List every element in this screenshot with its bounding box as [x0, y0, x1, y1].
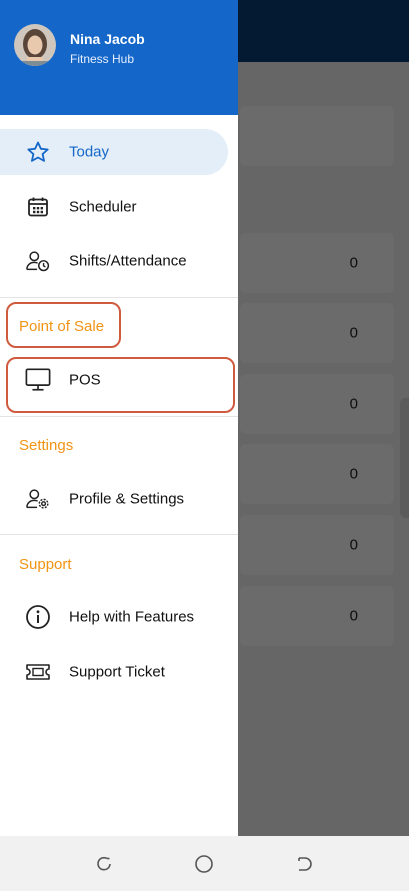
- divider: [0, 534, 238, 535]
- menu-item-scheduler[interactable]: Scheduler: [0, 184, 228, 230]
- user-organization: Fitness Hub: [70, 52, 135, 66]
- navigation-drawer: Nina Jacob Fitness Hub Today Scheduler S…: [0, 0, 238, 836]
- menu-item-help-with-features[interactable]: Help with Features: [0, 594, 228, 640]
- menu-item-today[interactable]: Today: [0, 129, 228, 175]
- menu-item-label: Support Ticket: [69, 663, 165, 681]
- user-clock-icon: [25, 248, 51, 274]
- recent-apps-button[interactable]: [94, 854, 114, 874]
- divider: [0, 297, 238, 298]
- ticket-icon: [25, 659, 51, 685]
- menu-item-shifts-attendance[interactable]: Shifts/Attendance: [0, 238, 228, 284]
- menu-item-support-ticket[interactable]: Support Ticket: [0, 649, 228, 695]
- system-nav-bar: [0, 836, 409, 891]
- calendar-icon: [25, 194, 51, 220]
- divider: [0, 416, 238, 417]
- user-name: Nina Jacob: [70, 31, 145, 47]
- menu-item-label: Profile & Settings: [69, 490, 185, 508]
- section-header-support: Support: [19, 556, 72, 573]
- section-header-settings: Settings: [19, 437, 74, 454]
- drawer-header: Nina Jacob Fitness Hub: [0, 0, 238, 115]
- user-gear-icon: [25, 486, 51, 512]
- avatar[interactable]: [14, 24, 56, 66]
- menu-item-label: Scheduler: [69, 198, 137, 216]
- annotation-highlight: [6, 357, 235, 413]
- home-button[interactable]: [194, 854, 214, 874]
- back-button[interactable]: [294, 854, 314, 874]
- info-icon: [25, 604, 51, 630]
- annotation-highlight: [6, 302, 121, 348]
- menu-item-label: Help with Features: [69, 608, 195, 626]
- star-icon: [25, 139, 51, 165]
- menu-item-label: Shifts/Attendance: [69, 252, 187, 270]
- menu-item-label: Today: [69, 143, 110, 161]
- menu-item-profile-settings[interactable]: Profile & Settings: [0, 476, 228, 522]
